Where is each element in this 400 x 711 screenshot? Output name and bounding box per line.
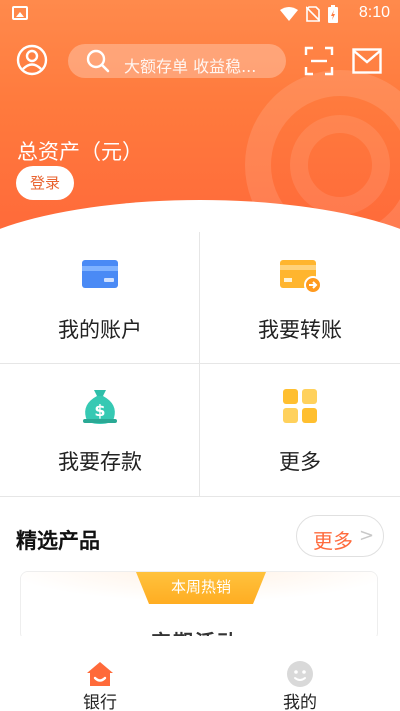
hot-sale-ribbon: 本周热销 xyxy=(136,572,266,604)
profile-face-icon xyxy=(287,661,313,687)
user-profile-icon[interactable] xyxy=(16,44,48,76)
svg-text:$: $ xyxy=(94,401,105,420)
search-bar[interactable]: 大额存单 收益稳... xyxy=(68,44,286,78)
product-card[interactable]: 本周热销 定期活动 xyxy=(20,571,378,641)
header: 8:10 大额存单 收益稳... 总资产（元） 登录 xyxy=(0,0,400,232)
total-assets-title: 总资产（元） xyxy=(17,140,143,164)
card-icon xyxy=(82,260,118,288)
grid-divider-vertical xyxy=(199,232,200,496)
function-grid: 我的账户 我要转账 $ 我要存款 更多 xyxy=(0,232,400,496)
status-time: 8:10 xyxy=(358,4,390,21)
grid-item-label: 我要转账 xyxy=(258,318,342,342)
nav-item-bank[interactable]: 银行 xyxy=(0,636,200,711)
grid-item-more[interactable]: 更多 xyxy=(200,364,400,496)
grid-item-transfer[interactable]: 我要转账 xyxy=(200,232,400,364)
grid-item-my-account[interactable]: 我的账户 xyxy=(0,232,200,364)
apps-grid-icon xyxy=(283,389,317,423)
scan-icon[interactable] xyxy=(304,46,334,76)
battery-charging-icon xyxy=(328,5,338,23)
no-sim-icon xyxy=(306,6,320,22)
grid-item-deposit[interactable]: $ 我要存款 xyxy=(0,364,200,496)
grid-item-label: 我要存款 xyxy=(58,450,142,474)
more-button-label: 更多 xyxy=(313,529,353,553)
featured-products-section: 精选产品 更多 > 本周热销 定期活动 xyxy=(0,496,400,641)
search-icon xyxy=(86,49,110,73)
login-button[interactable]: 登录 xyxy=(16,166,74,200)
chevron-right-icon: > xyxy=(359,525,375,546)
more-button[interactable]: 更多 > xyxy=(296,515,384,557)
featured-title: 精选产品 xyxy=(16,529,100,553)
search-placeholder: 大额存单 收益稳... xyxy=(124,57,257,76)
bottom-navigation: 银行 我的 xyxy=(0,636,400,711)
wifi-icon xyxy=(280,7,298,21)
transfer-card-icon xyxy=(280,260,320,294)
home-icon xyxy=(87,662,113,686)
bank-logo-watermark-inner xyxy=(290,115,390,215)
money-bag-icon: $ xyxy=(83,390,117,424)
status-icons xyxy=(280,5,338,23)
image-notification-icon xyxy=(12,6,28,20)
grid-item-label: 更多 xyxy=(279,450,321,474)
nav-label: 银行 xyxy=(83,693,117,711)
grid-divider-horizontal xyxy=(0,363,400,364)
status-bar: 8:10 xyxy=(0,0,400,28)
top-toolbar: 大额存单 收益稳... xyxy=(0,42,400,82)
mail-icon[interactable] xyxy=(352,48,382,74)
nav-item-mine[interactable]: 我的 xyxy=(200,636,400,711)
grid-item-label: 我的账户 xyxy=(58,318,142,342)
nav-label: 我的 xyxy=(283,693,317,711)
